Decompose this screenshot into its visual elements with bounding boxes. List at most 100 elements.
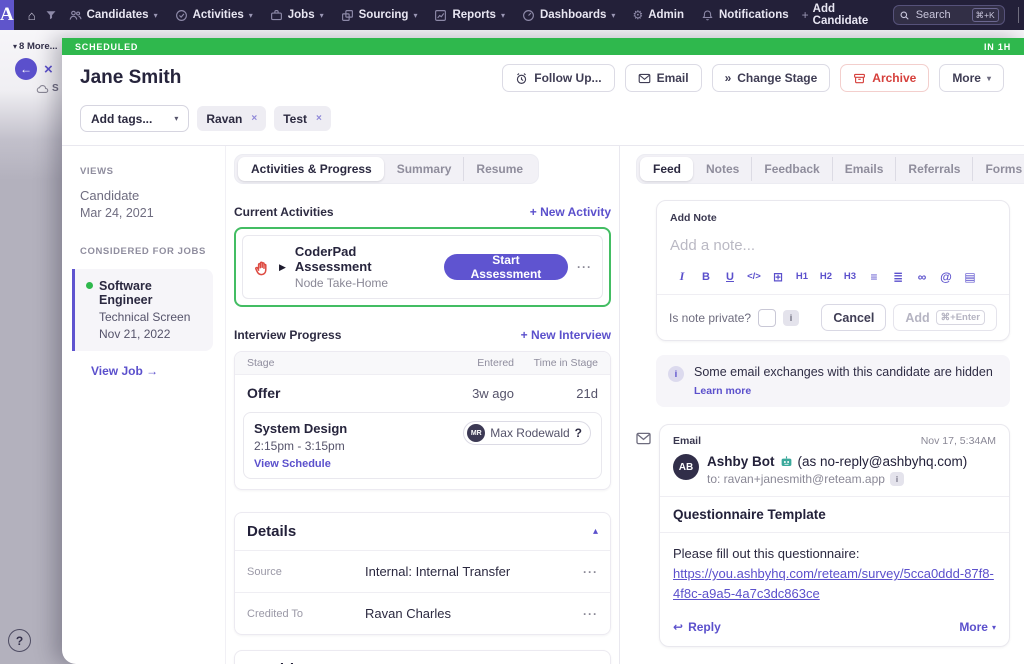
tab-feed[interactable]: Feed [640, 157, 693, 181]
job-date: Nov 21, 2022 [99, 327, 205, 341]
stage-row-offer[interactable]: Offer 3w ago 21d [235, 375, 610, 410]
expand-triangle-icon[interactable]: ▶ [279, 262, 286, 273]
more-options-icon[interactable]: ··· [583, 607, 598, 621]
top-nav: A ⌂ Candidates▾ Activities▾ Jobs▾ Sourci… [0, 0, 1024, 30]
tab-resume[interactable]: Resume [463, 157, 535, 181]
nav-admin[interactable]: ⚙ Admin [632, 8, 684, 22]
back-button[interactable]: ← [15, 58, 37, 80]
more-options-icon[interactable]: ··· [583, 565, 598, 579]
email-type-label: Email [673, 435, 701, 447]
notifications-button[interactable]: Notifications [701, 9, 789, 22]
email-button[interactable]: Email [625, 64, 702, 92]
interviewer-pill[interactable]: MR Max Rodewald ? [463, 421, 591, 445]
info-icon[interactable]: i [890, 472, 904, 486]
tab-activities-progress[interactable]: Activities & Progress [238, 157, 384, 181]
remove-tag-icon[interactable]: × [316, 113, 322, 124]
h2-icon[interactable]: H2 [814, 271, 838, 282]
nav-reports[interactable]: Reports▾ [434, 9, 504, 22]
detail-row-source: Source Internal: Internal Transfer ··· [235, 550, 610, 592]
nav-dashboards[interactable]: Dashboards▾ [522, 9, 615, 22]
email-more-button[interactable]: More ▾ [959, 620, 996, 634]
survey-link[interactable]: https://you.ashbyhq.com/reteam/survey/5c… [673, 566, 994, 601]
job-stage: Technical Screen [99, 310, 205, 324]
chevron-up-icon[interactable]: ▴ [593, 526, 598, 537]
ashby-logo[interactable]: A [0, 0, 14, 30]
template-icon[interactable]: ⊞ [766, 270, 790, 284]
interview-card: System Design 2:15pm - 3:15pm View Sched… [243, 412, 602, 479]
views-heading: VIEWS [80, 166, 213, 177]
nav-jobs[interactable]: Jobs▾ [270, 9, 324, 22]
col-time-in-stage: Time in Stage [514, 357, 598, 369]
alarm-clock-icon [515, 72, 528, 85]
add-tags-select[interactable]: Add tags... ▾ [80, 105, 189, 132]
stage-table: Stage Entered Time in Stage Offer 3w ago… [234, 351, 611, 490]
nav-sourcing[interactable]: Sourcing▾ [341, 9, 418, 22]
note-toolbar: I B U </> ⊞ H1 H2 H3 ≡ ≣ ∞ @ ▤ [670, 269, 996, 294]
email-date: Nov 17, 5:34AM [921, 435, 996, 447]
bold-icon[interactable]: B [694, 271, 718, 283]
bell-icon [701, 9, 714, 22]
chevron-down-icon: ▾ [611, 11, 615, 20]
add-candidate-button[interactable]: + Add Candidate [802, 3, 880, 27]
new-interview-link[interactable]: + New Interview [521, 328, 611, 342]
document-icon[interactable]: ▤ [958, 270, 982, 284]
tab-notes[interactable]: Notes [693, 157, 751, 181]
cancel-button[interactable]: Cancel [821, 304, 886, 331]
nav-candidates[interactable]: Candidates▾ [69, 9, 158, 22]
reply-button[interactable]: ↩ Reply [673, 620, 721, 634]
stage-table-header: Stage Entered Time in Stage [235, 352, 610, 375]
details-title: Details [247, 523, 296, 540]
bullet-list-icon[interactable]: ≣ [886, 270, 910, 284]
help-button[interactable]: ? [8, 629, 31, 652]
activity-subtitle: Node Take-Home [295, 276, 435, 290]
view-schedule-link[interactable]: View Schedule [254, 458, 347, 470]
briefcase-icon [270, 9, 283, 22]
italic-icon[interactable]: I [670, 269, 694, 284]
home-icon[interactable]: ⌂ [28, 8, 36, 23]
hidden-emails-notice: i Some email exchanges with this candida… [656, 355, 1010, 407]
chevron-down-icon: ▾ [249, 11, 253, 20]
search-input[interactable]: Search ⌘+K [893, 5, 1005, 25]
h3-icon[interactable]: H3 [838, 271, 862, 282]
more-options-icon[interactable]: ··· [577, 260, 592, 274]
add-note-button[interactable]: Add ⌘+Enter [893, 304, 997, 331]
change-stage-button[interactable]: » Change Stage [712, 64, 831, 92]
chevron-down-icon: ▾ [13, 42, 17, 51]
filter-icon[interactable] [45, 9, 57, 21]
center-column: Activities & Progress Summary Resume Cur… [225, 146, 620, 664]
tab-forms[interactable]: Forms [972, 157, 1024, 181]
sender-name: Ashby Bot [707, 454, 775, 469]
view-name[interactable]: Candidate [80, 188, 213, 203]
follow-up-button[interactable]: Follow Up... [502, 64, 614, 92]
gauge-icon [522, 9, 535, 22]
new-activity-link[interactable]: + New Activity [530, 205, 611, 219]
activity-row: ▶ CoderPad Assessment Node Take-Home Sta… [242, 235, 603, 299]
tab-emails[interactable]: Emails [832, 157, 896, 181]
private-note-checkbox[interactable] [758, 309, 776, 327]
view-job-link[interactable]: View Job → [91, 364, 213, 378]
tab-summary[interactable]: Summary [384, 157, 464, 181]
archive-button[interactable]: Archive [840, 64, 929, 92]
more-button[interactable]: More ▾ [939, 64, 1004, 92]
remove-tag-icon[interactable]: × [251, 113, 257, 124]
status-banner: SCHEDULED IN 1H [62, 38, 1024, 55]
code-icon[interactable]: </> [742, 271, 766, 282]
more-jobs-toggle[interactable]: ▾8 More... [13, 41, 62, 52]
close-icon[interactable]: × [44, 61, 53, 78]
info-icon: i [783, 310, 799, 326]
h1-icon[interactable]: H1 [790, 271, 814, 282]
avatar: MR [467, 424, 485, 442]
note-input[interactable]: Add a note... [670, 237, 996, 254]
underline-icon[interactable]: U [718, 271, 742, 283]
tab-referrals[interactable]: Referrals [895, 157, 972, 181]
email-card: Email Nov 17, 5:34AM AB Ashby Bot (as no… [659, 424, 1010, 647]
job-item-software-engineer[interactable]: Software Engineer Technical Screen Nov 2… [72, 269, 213, 351]
learn-more-link[interactable]: Learn more [694, 385, 993, 397]
start-assessment-button[interactable]: Start Assessment [444, 254, 568, 280]
nav-activities[interactable]: Activities▾ [175, 9, 253, 22]
ordered-list-icon[interactable]: ≡ [862, 270, 886, 284]
link-icon[interactable]: ∞ [910, 270, 934, 284]
mention-icon[interactable]: @ [934, 270, 958, 284]
tab-feedback[interactable]: Feedback [751, 157, 831, 181]
center-tabs: Activities & Progress Summary Resume [234, 154, 539, 184]
